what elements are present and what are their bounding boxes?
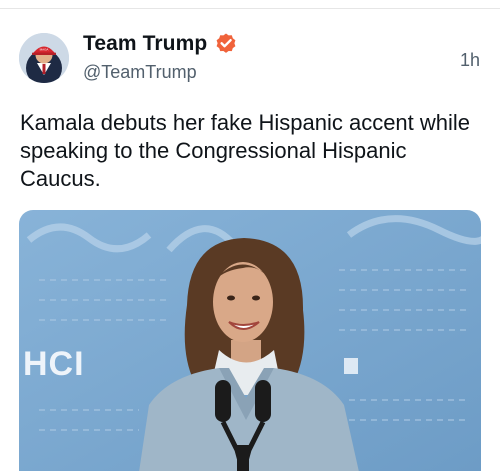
author-handle[interactable]: @TeamTrump — [83, 62, 197, 83]
author-avatar[interactable]: MAGA — [19, 33, 69, 83]
author-name-row: Team Trump — [83, 32, 238, 56]
author-display-name[interactable]: Team Trump — [83, 32, 207, 56]
post-screen: MAGA Team Trump @TeamTrump 1h Kamala deb… — [0, 0, 500, 471]
post-text: Kamala debuts her fake Hispanic accent w… — [20, 110, 471, 191]
post-timestamp[interactable]: 1h — [460, 50, 480, 71]
svg-text:MAGA: MAGA — [40, 48, 49, 52]
backdrop-hci-text: HCI — [23, 345, 85, 383]
post-media-photo[interactable]: HCI — [19, 210, 481, 471]
verified-badge-icon — [214, 32, 238, 56]
post-card[interactable]: MAGA Team Trump @TeamTrump 1h Kamala deb… — [0, 9, 500, 471]
avatar-photo: MAGA — [19, 33, 69, 83]
speaker-photo — [19, 210, 481, 471]
